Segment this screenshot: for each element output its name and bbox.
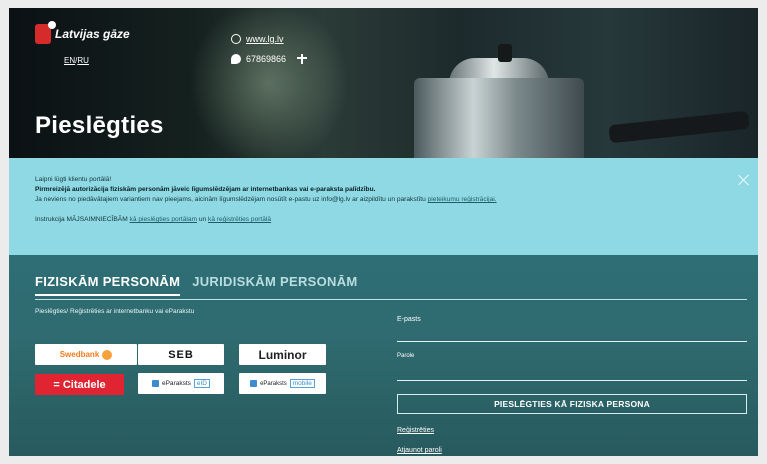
mobile-tag: mobile — [289, 379, 315, 388]
password-label: Parole — [397, 353, 415, 359]
how-to-register-link[interactable]: kā reģistrēties portālā — [208, 216, 271, 223]
tabs-divider — [35, 299, 747, 300]
seb-button[interactable]: SEB — [138, 344, 224, 365]
notice-welcome: Laipni lūgti klientu portālā! — [35, 176, 112, 183]
notice-instructions: Instrukcija MĀJSAIMNIECĪBĀM kā pieslēgti… — [35, 215, 732, 225]
website-link[interactable]: www.lg.lv — [246, 34, 284, 44]
phone-number[interactable]: 67869866 — [246, 54, 286, 64]
website-contact: www.lg.lv — [231, 34, 284, 44]
eparaksts-icon — [151, 380, 159, 387]
lang-en-link[interactable]: EN — [64, 56, 75, 65]
hero-light — [189, 8, 349, 158]
password-field[interactable] — [397, 380, 747, 381]
instructions-text: Instrukcija MĀJSAIMNIECĪBĀM — [35, 216, 128, 223]
globe-icon — [231, 34, 241, 44]
citadele-button[interactable]: = Citadele — [35, 374, 124, 395]
coffee-pot-handle — [608, 110, 750, 144]
tab-private-persons[interactable]: FIZISKĀM PERSONĀM — [35, 274, 181, 296]
email-field[interactable] — [397, 341, 747, 342]
reset-password-link[interactable]: Atjaunot paroli — [397, 447, 442, 454]
notice-alternative-text: Ja neviens no piedāvātajiem variantiem n… — [35, 196, 426, 203]
seb-label: SEB — [168, 348, 194, 361]
register-link[interactable]: Reģistrēties — [397, 427, 434, 434]
hero-banner: Latvijas gāze EN/RU www.lg.lv 67869866 P… — [9, 8, 758, 158]
phone-contact: 67869866 — [231, 54, 308, 64]
brand-name: Latvijas gāze — [55, 27, 130, 41]
swedbank-button[interactable]: Swedbank — [35, 344, 137, 365]
swedbank-label: Swedbank — [59, 350, 100, 359]
eparaksts-mobile-button[interactable]: eParaksts mobile — [239, 373, 326, 394]
tab-legal-persons[interactable]: JURIDISKĀM PERSONĀM — [192, 274, 357, 296]
registration-request-link[interactable]: pieteikumu reģistrācijai. — [428, 196, 497, 203]
logo-mark-icon — [35, 21, 56, 44]
notice-alternative: Ja neviens no piedāvātajiem variantiem n… — [35, 195, 732, 205]
eparaksts-label: eParaksts — [161, 380, 191, 387]
coffee-pot-knob — [498, 44, 512, 62]
eid-tag: eID — [193, 379, 211, 388]
language-switcher: EN/RU — [64, 56, 89, 65]
close-icon[interactable] — [738, 174, 750, 186]
notice-important: Pirmreizējā autorizācija fiziskām person… — [35, 186, 376, 193]
luminor-button[interactable]: Luminor — [239, 344, 326, 365]
how-to-login-link[interactable]: kā pieslēgties portālam — [130, 216, 197, 223]
login-private-button[interactable]: PIESLĒGTIES KĀ FIZISKA PERSONA — [397, 394, 747, 414]
login-panel: FIZISKĀM PERSONĀM JURIDISKĀM PERSONĀM Pi… — [9, 255, 758, 456]
email-label: E-pasts — [397, 316, 421, 323]
luminor-label: Luminor — [258, 347, 307, 362]
eparaksts-label: eParaksts — [260, 380, 287, 387]
eparaksts-icon — [250, 380, 258, 387]
citadele-label: = Citadele — [53, 378, 106, 391]
login-page: Latvijas gāze EN/RU www.lg.lv 67869866 P… — [9, 8, 758, 456]
eparaksts-eid-button[interactable]: eParaksts eID — [138, 373, 224, 394]
brand-logo[interactable]: Latvijas gāze — [35, 21, 130, 44]
person-type-tabs: FIZISKĀM PERSONĀM JURIDISKĀM PERSONĀM — [35, 274, 358, 296]
page-title: Pieslēgties — [35, 112, 164, 139]
coffee-pot-image — [414, 78, 584, 158]
info-notice: Laipni lūgti klientu portālā! Pirmreizēj… — [9, 158, 758, 255]
login-method-hint: Pieslēgties/ Reģistrēties ar internetban… — [35, 308, 195, 315]
swedbank-logo-icon — [102, 349, 113, 360]
instructions-and: un — [198, 216, 207, 223]
accessibility-icon[interactable] — [297, 54, 308, 64]
phone-icon — [231, 54, 241, 64]
lang-ru-link[interactable]: RU — [77, 56, 89, 65]
